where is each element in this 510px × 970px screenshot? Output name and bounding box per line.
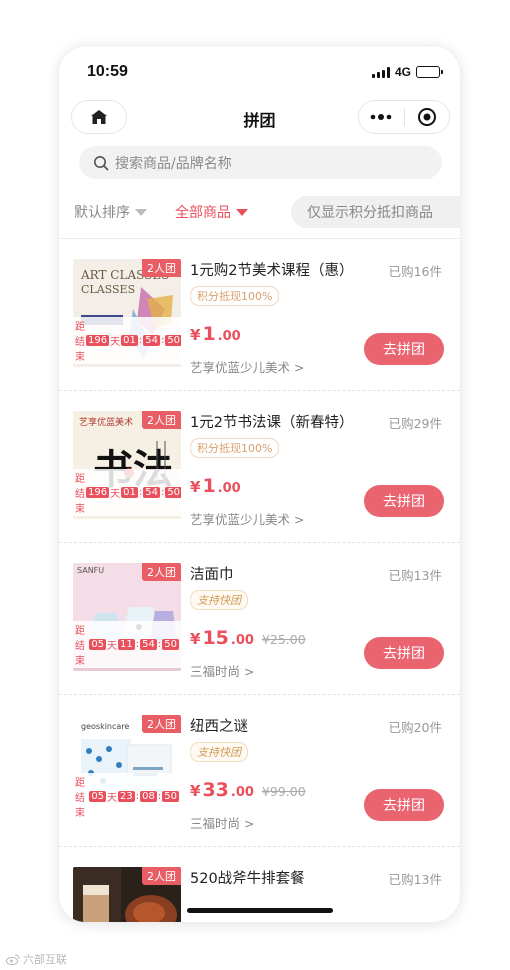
countdown: 距结束 05 天 23:08:50 [73,773,181,820]
search-bar[interactable]: 搜索商品/品牌名称 [79,146,442,179]
svg-text:geoskincare: geoskincare [81,722,129,731]
shop-link[interactable]: 艺享优蓝少儿美术 > [190,509,304,528]
product-title: 洁面巾 [190,567,234,583]
product-image: 艺享优蓝美术 书法 2人团 距结束196天01:54:50 [73,411,181,519]
sort-label: 默认排序 [74,205,130,221]
product-image: geoskincare 2人团 距结束 05 天 23:08:50 [73,715,181,823]
menu-capsule [358,100,450,134]
join-group-button[interactable]: 去拼团 [364,485,444,517]
join-group-button[interactable]: 去拼团 [364,637,444,669]
countdown: 距结束 196 天 01:54:50 [73,469,181,516]
svg-text:艺享优蓝美术: 艺享优蓝美术 [79,416,133,428]
join-group-button[interactable]: 去拼团 [364,333,444,365]
product-title: 520战斧牛排套餐 [190,871,305,887]
original-price: ¥99.00 [261,784,306,799]
price: ¥1.00 [190,323,241,345]
product-card[interactable]: 艺享优蓝美术 书法 2人团 距结束196天01:54:50 1元2节书法课（新春… [59,391,460,543]
phone-frame: 10:59 4G 拼团 搜索商品/品牌名称 默认排序 全部商品 仅显示积分抵扣商… [58,45,461,923]
category-label: 全部商品 [175,205,231,221]
group-size-badge: 2人团 [142,563,181,581]
svg-text:CLASSES: CLASSES [81,283,135,296]
category-dropdown[interactable]: 全部商品 [175,202,248,222]
group-size-badge: 2人团 [142,867,181,885]
product-card[interactable]: SANFU 2人团 距结束 05 天 11:54:50 洁面巾 已购13件 支持快团 … [59,543,460,695]
product-title: 纽西之谜 [190,719,248,735]
product-image: 2人团 [73,867,181,922]
sold-count: 已购13件 [388,568,442,583]
original-price: ¥25.00 [261,632,306,647]
search-icon [94,155,109,170]
product-card[interactable]: geoskincare 2人团 距结束 05 天 23:08:50 纽西之谜 已购20… [59,695,460,847]
product-image: SANFU 2人团 距结束 05 天 11:54:50 [73,563,181,671]
group-size-badge: 2人团 [142,715,181,733]
more-dots-icon [370,114,392,120]
status-time: 10:59 [87,63,128,80]
product-list: ART CLASSES CLASSES 2人团 距结束 196 天 01:54:50 … [59,239,460,922]
home-indicator[interactable] [187,908,333,913]
shop-link[interactable]: 艺享优蓝少儿美术 > [190,357,304,376]
points-tag: 积分抵现100% [190,286,280,306]
countdown: 距结束 05 天 11:54:50 [73,621,181,668]
product-title: 1元2节书法课（新春特） [190,415,354,431]
sold-count: 已购13件 [388,872,442,887]
network-type: 4G [394,65,411,79]
product-title: 1元购2节美术课程（惠） [190,263,354,279]
sold-count: 已购20件 [388,720,442,735]
group-size-badge: 2人团 [142,411,181,429]
fast-group-tag: 支持快团 [190,590,248,610]
svg-text:SANFU: SANFU [77,566,104,575]
status-right: 4G [371,65,443,79]
group-size-badge: 2人团 [142,259,181,277]
search-placeholder: 搜索商品/品牌名称 [115,155,232,172]
signal-icon [371,66,390,78]
sold-count: 已购16件 [388,264,442,279]
price: ¥1.00 [190,475,241,497]
shop-link[interactable]: 三福时尚 > [190,813,254,832]
countdown: 距结束 196 天 01:54:50 [73,317,181,364]
more-button[interactable] [359,101,404,133]
sold-count: 已购29件 [388,416,442,431]
fast-group-tag: 支持快团 [190,742,248,762]
join-group-button[interactable]: 去拼团 [364,789,444,821]
close-miniprogram-button[interactable] [405,101,450,133]
weibo-logo-icon [6,954,20,965]
nav-bar: 拼团 [59,98,460,138]
product-image: ART CLASSES CLASSES 2人团 距结束 196 天 01:54:50 [73,259,181,367]
price: ¥15.00 ¥25.00 [190,627,306,649]
chevron-down-icon [236,208,248,216]
price: ¥33.00 ¥99.00 [190,779,306,801]
product-card[interactable]: ART CLASSES CLASSES 2人团 距结束 196 天 01:54:50 … [59,239,460,391]
watermark: 六部互联 [6,951,67,967]
points-only-toggle[interactable]: 仅显示积分抵扣商品 [291,196,460,228]
filter-bar: 默认排序 全部商品 仅显示积分抵扣商品 [59,194,460,230]
points-tag: 积分抵现100% [190,438,280,458]
shop-link[interactable]: 三福时尚 > [190,661,254,680]
status-bar: 10:59 4G [59,46,460,96]
target-icon [417,108,436,126]
battery-icon [416,66,443,78]
chevron-down-icon [135,208,147,216]
sort-dropdown[interactable]: 默认排序 [74,202,147,222]
